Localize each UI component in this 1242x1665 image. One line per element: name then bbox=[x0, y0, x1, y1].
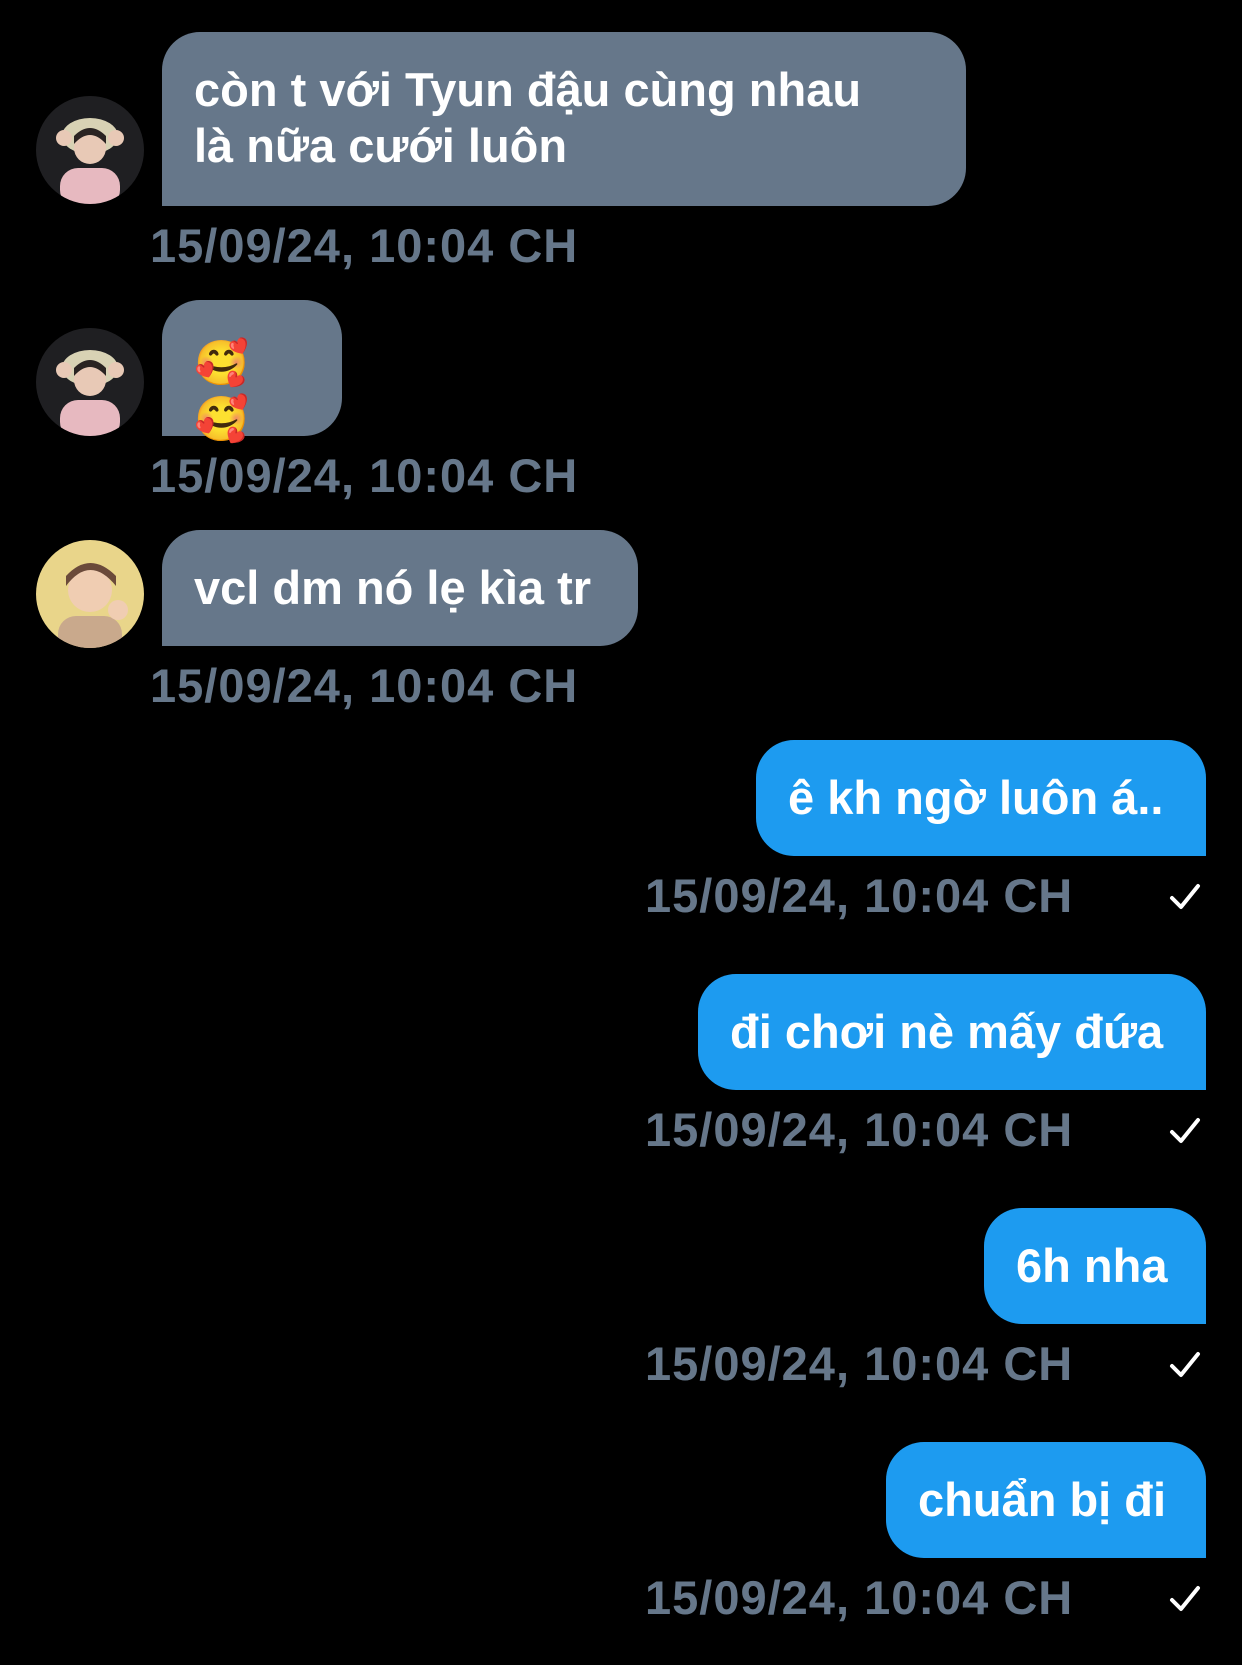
incoming-message-bubble[interactable]: còn t với Tyun đậu cùng nhau là nữa cưới… bbox=[162, 32, 966, 206]
outgoing-message-bubble[interactable]: chuẩn bị đi bbox=[886, 1442, 1206, 1558]
message-timestamp: 15/09/24, 10:04 CH bbox=[150, 449, 579, 502]
message-text-line: 6h nha bbox=[1016, 1239, 1168, 1292]
message-timestamp: 15/09/24, 10:04 CH bbox=[645, 869, 1074, 922]
sender-avatar[interactable] bbox=[36, 328, 144, 436]
avatar-photo bbox=[36, 328, 144, 436]
sent-check-icon bbox=[1170, 884, 1200, 909]
message-text-line: vcl dm nó lẹ kìa tr bbox=[194, 561, 592, 614]
message-timestamp: 15/09/24, 10:04 CH bbox=[645, 1571, 1074, 1624]
message-text-line: là nữa cưới luôn bbox=[194, 119, 568, 172]
emoji-text: 🥰 🥰 bbox=[194, 339, 249, 444]
outgoing-message-bubble[interactable]: đi chơi nè mấy đứa bbox=[698, 974, 1206, 1090]
outgoing-message-bubble[interactable]: 6h nha bbox=[984, 1208, 1206, 1324]
message-text-line: ê kh ngờ luôn á.. bbox=[788, 771, 1164, 824]
message-text-line: chuẩn bị đi bbox=[918, 1473, 1167, 1526]
sent-check-icon bbox=[1170, 1118, 1200, 1143]
avatar-photo bbox=[36, 540, 144, 648]
incoming-message-bubble[interactable]: 🥰 🥰 bbox=[162, 300, 342, 444]
message-text-line: đi chơi nè mấy đứa bbox=[730, 1005, 1164, 1058]
avatar-photo bbox=[36, 96, 144, 204]
message-text-line: còn t với Tyun đậu cùng nhau bbox=[194, 63, 862, 116]
sent-check-icon bbox=[1170, 1586, 1200, 1611]
sender-avatar[interactable] bbox=[36, 96, 144, 204]
message-timestamp: 15/09/24, 10:04 CH bbox=[150, 659, 579, 712]
message-timestamp: 15/09/24, 10:04 CH bbox=[645, 1337, 1074, 1390]
sent-check-icon bbox=[1170, 1352, 1200, 1377]
sender-avatar[interactable] bbox=[36, 540, 144, 648]
message-timestamp: 15/09/24, 10:04 CH bbox=[150, 219, 579, 272]
incoming-message-bubble[interactable]: vcl dm nó lẹ kìa tr bbox=[162, 530, 638, 646]
message-timestamp: 15/09/24, 10:04 CH bbox=[645, 1103, 1074, 1156]
outgoing-message-bubble[interactable]: ê kh ngờ luôn á.. bbox=[756, 740, 1206, 856]
